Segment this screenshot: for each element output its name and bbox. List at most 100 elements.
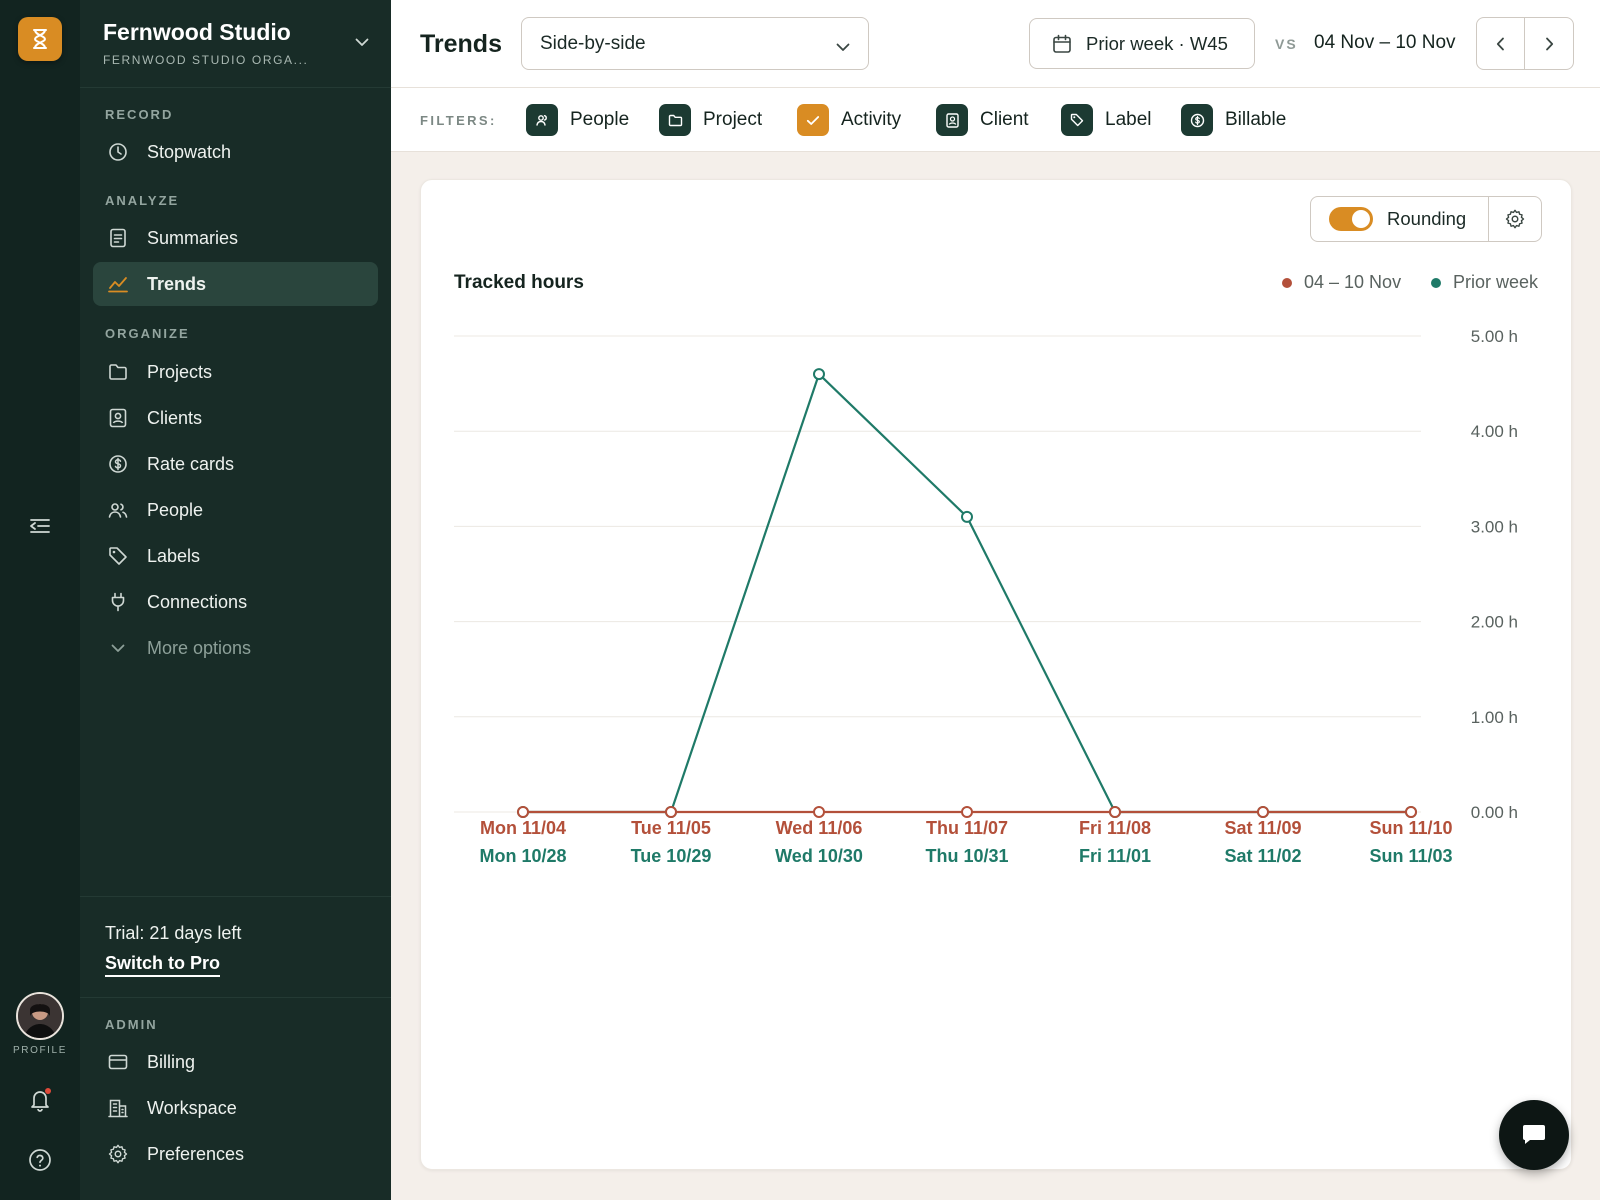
sidebar-item-label: Clients [147,407,203,428]
filter-label: Label [1105,109,1152,130]
client-badge-icon [936,104,968,136]
x-tick-label-prior: Fri 11/01 [1079,846,1151,866]
compare-period-label: Prior week · W45 [1086,32,1228,54]
sidebar-item-trends[interactable]: Trends [93,262,378,306]
sidebar-item-projects[interactable]: Projects [93,350,378,394]
view-mode-select[interactable]: Side-by-side [521,17,869,70]
credit-card-icon [107,1051,129,1073]
person-icon [526,104,558,136]
sidebar-item-clients[interactable]: Clients [93,396,378,440]
data-point-current [1257,806,1269,818]
notifications-bell-icon[interactable] [26,1086,54,1114]
y-tick-label: 2.00 h [1471,613,1518,632]
sidebar-item-people[interactable]: People [93,488,378,532]
previous-period-button[interactable] [1477,18,1525,69]
chevron-right-icon [1545,37,1553,50]
trial-days-left: Trial: 21 days left [105,923,242,943]
filter-people[interactable]: People [526,104,629,136]
tag-icon [1061,104,1093,136]
filter-bar: FILTERS: People Project Activity Client … [391,88,1600,152]
sidebar-item-label: People [147,499,204,520]
filter-label: Client [980,109,1029,130]
section-organize: ORGANIZE [105,326,190,341]
tag-icon [107,545,129,567]
app-rail: PROFILE [0,0,80,1200]
filter-project[interactable]: Project [659,104,762,136]
sidebar-item-label: Workspace [147,1097,237,1118]
x-tick-label-prior: Tue 10/29 [631,846,712,866]
sidebar-item-label: Billing [147,1051,196,1072]
data-point-current [665,806,677,818]
compare-period-button[interactable]: Prior week · W45 [1029,18,1255,69]
next-period-button[interactable] [1525,18,1573,69]
notification-dot [45,1088,51,1094]
x-tick-label-current: Mon 11/04 [480,818,566,838]
y-tick-label: 4.00 h [1471,422,1518,441]
data-point-current [813,806,825,818]
sidebar-item-stopwatch[interactable]: Stopwatch [93,130,378,174]
filter-billable[interactable]: Billable [1181,104,1286,136]
switch-to-pro-link[interactable]: Switch to Pro [105,953,221,977]
period-pager [1476,17,1574,70]
chart-card: Rounding Tracked hours 04 – 10 Nov Prior… [420,179,1572,1170]
help-icon[interactable] [26,1146,54,1174]
filter-label: Billable [1225,109,1287,130]
sidebar-item-label: Trends [147,273,207,294]
workspace-name: Fernwood Studio [103,19,291,45]
check-icon [797,104,829,136]
sidebar-item-workspace[interactable]: Workspace [93,1086,378,1130]
x-tick-label-prior: Mon 10/28 [479,846,566,866]
avatar[interactable] [16,992,64,1040]
sidebar-item-rate-cards[interactable]: Rate cards [93,442,378,486]
x-tick-label-prior: Sat 11/02 [1224,846,1301,866]
sidebar-item-label: Summaries [147,227,239,248]
plug-icon [107,591,129,613]
data-point-current [1109,806,1121,818]
workspace-switcher[interactable]: Fernwood Studio FERNWOOD STUDIO ORGA... [80,0,391,88]
tracked-hours-chart: 0.00 h 1.00 h 2.00 h 3.00 h 4.00 h 5.00 h Mon … [454,327,1518,866]
client-badge-icon [107,407,129,429]
filter-label: Project [703,109,763,130]
filter-client[interactable]: Client [936,104,1029,136]
sidebar-item-preferences[interactable]: Preferences [93,1132,378,1176]
x-tick-label-current: Fri 11/08 [1079,818,1151,838]
sidebar-item-billing[interactable]: Billing [93,1040,378,1084]
sidebar-item-label: Preferences [147,1143,245,1164]
sidebar-item-connections[interactable]: Connections [93,580,378,624]
sidebar-item-summaries[interactable]: Summaries [93,216,378,260]
filter-activity[interactable]: Activity [797,104,901,136]
chevron-down-icon [355,34,369,52]
filter-label[interactable]: Label [1061,104,1152,136]
sidebar-item-label: More options [147,637,252,658]
workspace-org: FERNWOOD STUDIO ORGA... [103,53,309,67]
filter-label: People [570,109,630,130]
dollar-circle-icon [107,453,129,475]
calendar-icon [1052,34,1072,54]
document-icon [107,227,129,249]
sidebar: Fernwood Studio FERNWOOD STUDIO ORGA... … [80,0,391,1200]
x-tick-label-prior: Sun 11/03 [1369,846,1452,866]
x-tick-label-current: Sun 11/10 [1369,818,1452,838]
building-icon [107,1097,129,1119]
y-tick-label: 3.00 h [1471,517,1518,536]
chat-button[interactable] [1499,1100,1569,1170]
profile-label: PROFILE [13,1045,67,1056]
sidebar-item-more-options[interactable]: More options [93,626,378,670]
collapse-sidebar-icon[interactable] [26,514,54,538]
trial-banner: Trial: 21 days left Switch to Pro [80,896,391,998]
view-mode-value: Side-by-side [540,32,646,54]
page-title: Trends [420,30,502,58]
folder-icon [107,361,129,383]
clock-icon [107,141,129,163]
x-tick-label-current: Sat 11/09 [1224,818,1301,838]
x-tick-label-current: Tue 11/05 [631,818,711,838]
sidebar-item-labels[interactable]: Labels [93,534,378,578]
x-tick-label-current: Thu 11/07 [926,818,1008,838]
gear-icon [107,1143,129,1165]
sidebar-item-label: Rate cards [147,453,235,474]
app-logo-hourglass-icon[interactable] [18,17,62,61]
people-icon [107,499,129,521]
y-tick-label: 5.00 h [1471,327,1518,346]
chevron-down-icon [107,637,129,659]
y-tick-label: 1.00 h [1471,708,1518,727]
